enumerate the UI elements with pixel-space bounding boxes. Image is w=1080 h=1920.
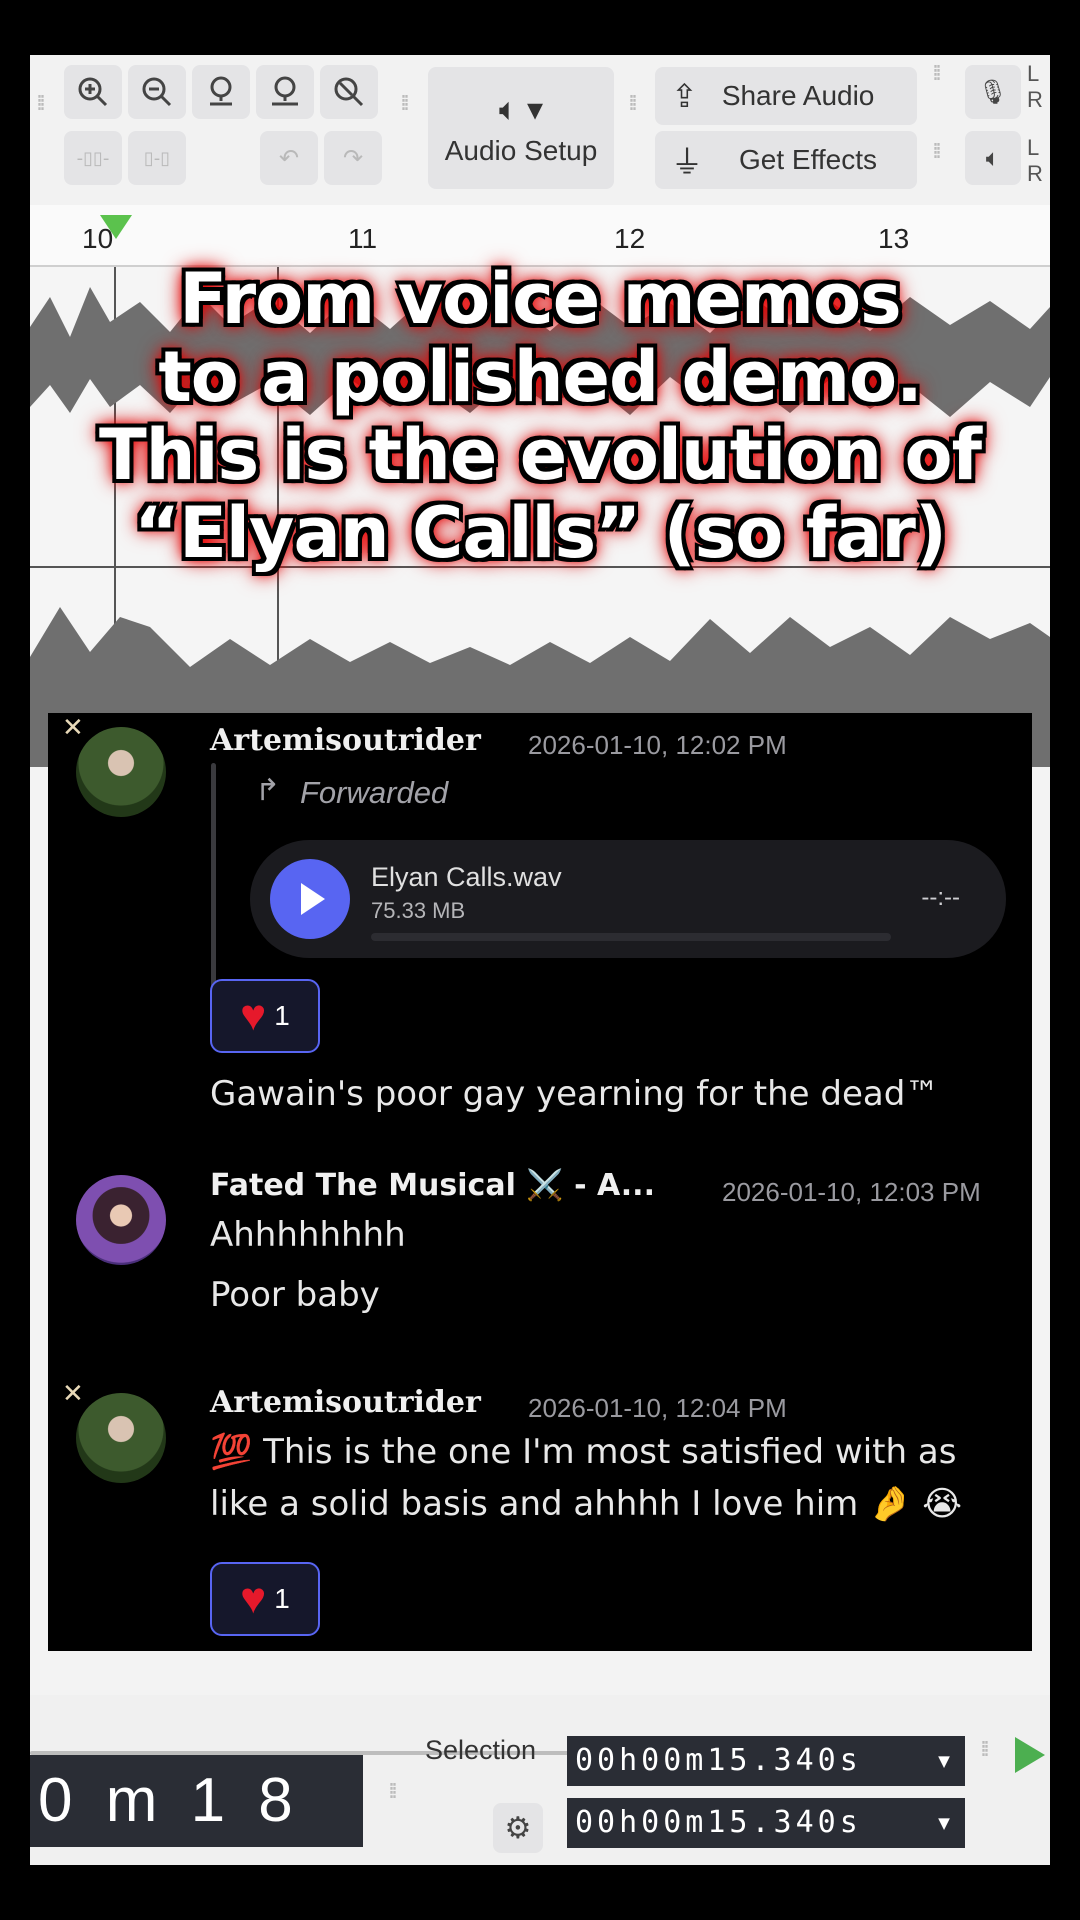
zoom-selection-icon <box>210 76 232 106</box>
playback-meter-button[interactable]: 🔈︎ <box>965 131 1021 185</box>
message-text: like a solid basis and ahhhh I love him … <box>210 1484 962 1524</box>
chevron-down-icon[interactable]: ▾ <box>935 1736 957 1786</box>
heart-icon: ♥ <box>240 1574 267 1623</box>
chevron-down-icon[interactable]: ▾ <box>935 1798 957 1848</box>
zoom-fit-icon <box>272 76 298 106</box>
message-text: 💯 This is the one I'm most satisfied wit… <box>210 1432 957 1472</box>
avatar[interactable] <box>76 727 166 817</box>
username[interactable]: Artemisoutrider <box>210 1385 481 1420</box>
zoom-in-button[interactable] <box>64 65 122 119</box>
video-caption: From voice memos to a polished demo. Thi… <box>30 260 1050 572</box>
get-effects-label: Get Effects <box>739 144 878 175</box>
forward-arrow-icon: ↱ <box>255 773 281 808</box>
bone-icon: ✕ <box>62 1379 84 1409</box>
audio-attachment: Elyan Calls.wav 75.33 MB --:-- <box>250 840 1006 958</box>
toolbar-grip[interactable]: ⁞⁞ <box>388 1781 398 1803</box>
selection-start-field[interactable]: 00h00m15.340s ▾ <box>567 1736 965 1786</box>
gear-icon: ⚙ <box>504 1810 532 1846</box>
zoom-toggle-icon <box>334 77 364 107</box>
silence-audio-icon: ▯-▯ <box>143 147 171 169</box>
toolbar: ⁞⁞ -▯▯- ▯-▯ ↶ ↷ ⁞⁞ 🔈︎ ▾ Audio Setup ⁞⁞ ⇪ <box>30 55 1050 205</box>
caption-line: This is the evolution of <box>98 414 982 496</box>
ruler-tick: 13 <box>878 223 910 254</box>
toolbar-grip[interactable]: ⁞⁞ <box>932 63 942 85</box>
toolbar-grip[interactable]: ⁞⁞ <box>628 93 638 115</box>
heart-reaction[interactable]: ♥ 1 <box>210 1562 320 1636</box>
toolbar-grip[interactable]: ⁞⁞ <box>980 1739 990 1761</box>
ruler-tick: 10 <box>82 223 114 254</box>
microphone-icon: 🎙︎ <box>977 78 1009 106</box>
toolbar-grip[interactable]: ⁞⁞ <box>932 141 942 163</box>
discord-chat-panel: ✕ Artemisoutrider 2026-01-10, 12:02 PM ↱… <box>48 713 1032 1651</box>
username[interactable]: Artemisoutrider <box>210 723 481 758</box>
speaker-dropdown-icon: 🔈︎ ▾ <box>498 90 544 127</box>
message-text: Poor baby <box>210 1275 380 1315</box>
avatar[interactable] <box>76 1175 166 1265</box>
share-audio-button[interactable]: ⇪ Share Audio <box>655 67 917 125</box>
bone-icon: ✕ <box>62 713 84 743</box>
upload-icon: ⇪ <box>671 78 698 114</box>
selection-settings-button[interactable]: ⚙ <box>493 1803 543 1853</box>
fit-selection-button[interactable] <box>192 65 250 119</box>
play-button[interactable] <box>270 859 350 939</box>
message-text: Gawain's poor gay yearning for the dead™ <box>210 1074 940 1114</box>
heart-reaction[interactable]: ♥ 1 <box>210 979 320 1053</box>
attachment-filename[interactable]: Elyan Calls.wav <box>371 862 562 893</box>
redo-icon: ↷ <box>342 144 364 172</box>
trim-button[interactable]: -▯▯- <box>64 131 122 185</box>
undo-button[interactable]: ↶ <box>260 131 318 185</box>
record-meter-channels: LR <box>1027 61 1043 112</box>
zoom-out-icon <box>142 77 172 107</box>
caption-line: to a polished demo. <box>158 336 922 418</box>
play-icon[interactable] <box>1015 1737 1045 1773</box>
audio-progress-bar[interactable] <box>371 933 891 941</box>
redo-button[interactable]: ↷ <box>324 131 382 185</box>
heart-icon: ♥ <box>240 991 267 1040</box>
avatar[interactable] <box>76 1393 166 1483</box>
zoom-out-button[interactable] <box>128 65 186 119</box>
trim-audio-icon: -▯▯- <box>76 147 110 169</box>
selection-end-value: 00h00m15.340s <box>575 1805 862 1840</box>
plug-icon: ⏚ <box>671 144 704 180</box>
zoom-toggle-button[interactable] <box>320 65 378 119</box>
silence-button[interactable]: ▯-▯ <box>128 131 186 185</box>
timestamp: 2026-01-10, 12:03 PM <box>722 1177 981 1207</box>
share-audio-label: Share Audio <box>721 80 875 111</box>
speaker-icon: 🔈︎ <box>985 144 1001 172</box>
ruler-tick: 12 <box>614 223 646 254</box>
forward-bar <box>211 763 216 1008</box>
attachment-size: 75.33 MB <box>371 898 466 923</box>
audio-duration: --:-- <box>921 884 960 911</box>
audio-position-display[interactable]: 0 m 1 8 s▾ <box>30 1755 363 1865</box>
timestamp: 2026-01-10, 12:02 PM <box>528 730 787 760</box>
playback-meter-channels: LR <box>1027 135 1043 186</box>
selection-end-field[interactable]: 00h00m15.340s ▾ <box>567 1798 965 1848</box>
selection-start-value: 00h00m15.340s <box>575 1743 862 1778</box>
record-meter-button[interactable]: 🎙︎ <box>965 65 1021 119</box>
username[interactable]: Fated The Musical ⚔️ - A... <box>210 1168 655 1203</box>
caption-line: “Elyan Calls” (so far) <box>134 492 947 574</box>
timestamp: 2026-01-10, 12:04 PM <box>528 1393 787 1423</box>
audio-setup-label: Audio Setup <box>444 134 598 166</box>
caption-line: From voice memos <box>179 258 901 340</box>
selection-label: Selection <box>425 1735 537 1765</box>
toolbar-grip[interactable]: ⁞⁞ <box>400 93 410 115</box>
ruler-tick: 11 <box>348 223 378 254</box>
reaction-count: 1 <box>274 1583 290 1614</box>
undo-icon: ↶ <box>278 144 300 172</box>
get-effects-button[interactable]: ⏚ Get Effects <box>655 131 917 189</box>
message-text: Ahhhhhhhh <box>210 1215 406 1255</box>
forwarded-label: Forwarded <box>300 775 449 810</box>
audio-setup-button[interactable]: 🔈︎ ▾ Audio Setup <box>428 67 614 189</box>
fit-project-button[interactable] <box>256 65 314 119</box>
reaction-count: 1 <box>274 1000 290 1031</box>
toolbar-grip[interactable]: ⁞⁞ <box>36 93 46 115</box>
zoom-in-icon <box>78 77 108 107</box>
